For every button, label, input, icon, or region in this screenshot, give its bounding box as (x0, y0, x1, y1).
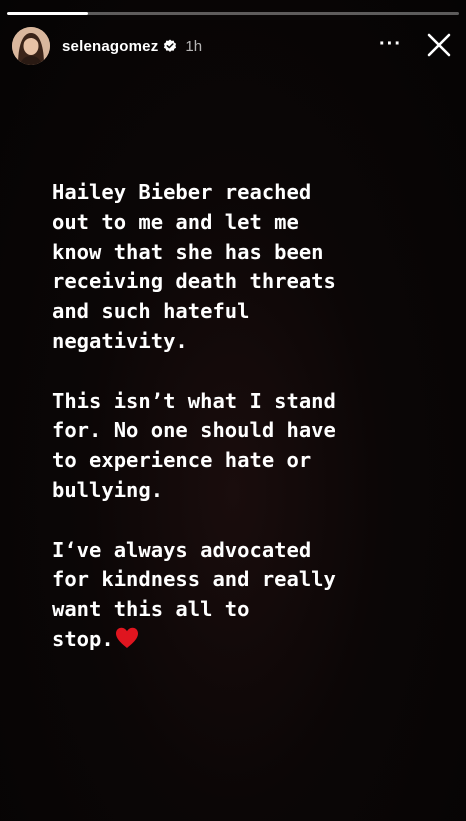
story-line: stop. (52, 625, 452, 655)
verified-badge-icon (163, 39, 177, 53)
username[interactable]: selenagomez (62, 38, 158, 55)
story-line: I‘ve always advocated (52, 537, 312, 562)
story-line: out to me and let me (52, 209, 299, 234)
close-icon[interactable] (424, 30, 454, 60)
story-paragraph: This isn’t what I stand for. No one shoul… (52, 387, 452, 506)
more-options-icon[interactable]: ··· (379, 34, 402, 54)
story-line: and such hateful (52, 299, 250, 324)
story-paragraph: I‘ve always advocated for kindness and re… (52, 536, 452, 655)
post-time: 1h (185, 37, 203, 55)
story-text: Hailey Bieber reached out to me and let m… (52, 178, 452, 685)
story-line: know that she has been (52, 239, 324, 264)
avatar[interactable] (12, 27, 50, 65)
story-progress-fill (7, 12, 89, 15)
story-line: for kindness and really (52, 567, 336, 592)
story-progress-bar (7, 12, 459, 15)
story-line: This isn’t what I stand (52, 388, 336, 413)
story-line: to experience hate or (52, 448, 312, 473)
story-header: selenagomez 1h ··· (12, 26, 454, 66)
heart-icon (115, 627, 138, 648)
story-paragraph: Hailey Bieber reached out to me and let m… (52, 178, 452, 357)
story-line: Hailey Bieber reached (52, 180, 312, 204)
story-line: receiving death threats (52, 269, 336, 294)
story-line: want this all to (52, 597, 250, 622)
story-line: negativity. (52, 328, 188, 353)
story-line: bullying. (52, 477, 164, 502)
story-view[interactable]: selenagomez 1h ··· Hailey Bieber reached… (0, 0, 466, 821)
story-line: for. No one should have (52, 418, 336, 443)
